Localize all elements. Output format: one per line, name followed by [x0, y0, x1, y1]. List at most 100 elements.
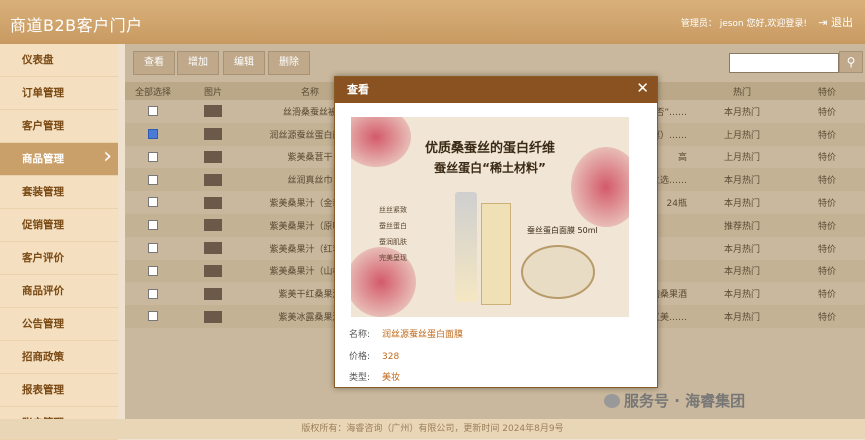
- close-icon[interactable]: ✕: [636, 79, 649, 97]
- row-select-cell[interactable]: [125, 191, 181, 214]
- row-hot: 上月热门: [723, 153, 760, 164]
- row-checkbox[interactable]: [148, 197, 158, 208]
- row-checkbox[interactable]: [148, 106, 158, 117]
- row-special: 特价: [817, 290, 836, 301]
- product-image: 优质桑蚕丝的蛋白纤维 蚕丝蛋白“稀土材料” 丝丝紧致 蚕丝蛋白 蚕润肌肤 完美呈…: [351, 117, 629, 317]
- sidebar-item-product-reviews[interactable]: 商品评价: [0, 275, 118, 308]
- name-value: 润丝源蚕丝蛋白面膜: [382, 330, 464, 340]
- row-checkbox[interactable]: [148, 151, 158, 162]
- row-special: 特价: [789, 168, 865, 192]
- sidebar-item-products[interactable]: 商品管理: [0, 141, 118, 176]
- user-info: 管理员： jeson 您好,欢迎登录!: [681, 16, 807, 29]
- row-select-cell[interactable]: [125, 282, 181, 305]
- poster-product-label: 蚕丝蛋白面膜 50ml: [527, 226, 598, 235]
- sidebar-item-customers[interactable]: 客户管理: [0, 110, 118, 143]
- sidebar-item-investment[interactable]: 招商政策: [0, 341, 118, 374]
- row-select-cell[interactable]: [125, 237, 181, 260]
- row-image-cell: [181, 259, 245, 283]
- sidebar-item-bundles[interactable]: 套装管理: [0, 176, 118, 209]
- row-checkbox[interactable]: [148, 242, 158, 253]
- row-image-cell: [181, 213, 245, 237]
- row-checkbox[interactable]: [148, 288, 158, 299]
- cocoon-basket-graphic: [521, 245, 595, 299]
- row-select-cell[interactable]: [125, 305, 181, 328]
- username: jeson: [719, 19, 744, 29]
- poster-feature: 完美呈现: [379, 254, 407, 262]
- row-image-cell: [181, 305, 245, 328]
- product-thumbnail: [204, 219, 222, 232]
- row-select-cell[interactable]: [125, 146, 181, 169]
- poster-feature: 蚕丝蛋白: [379, 222, 407, 230]
- app-title: 商道B2B客户门户: [10, 16, 143, 35]
- product-thumbnail: [204, 150, 222, 163]
- row-special: 特价: [817, 107, 836, 118]
- logout-icon: ⇥: [818, 16, 828, 29]
- welcome-text: 您好,欢迎登录!: [746, 19, 807, 29]
- select-all-label: 全部选择: [134, 87, 171, 98]
- name-label: 名称:: [349, 330, 371, 340]
- sidebar-item-promotions[interactable]: 促销管理: [0, 209, 118, 242]
- row-checkbox[interactable]: [148, 311, 158, 322]
- row-image-cell: [181, 122, 245, 146]
- row-select-cell[interactable]: [125, 122, 181, 146]
- row-hot: 推荐热门: [695, 213, 789, 237]
- modal-title: 查看: [335, 77, 657, 103]
- row-special: 特价: [817, 199, 836, 210]
- box-graphic: [481, 203, 511, 305]
- toolbar: 查看 增加 编辑 删除 ⚲: [125, 44, 865, 78]
- select-all-header[interactable]: 全部选择: [125, 82, 181, 100]
- price-label: 价格:: [349, 352, 371, 362]
- watermark-text: 服务号 · 海睿集团: [624, 392, 746, 410]
- product-thumbnail: [204, 287, 222, 300]
- row-select-cell[interactable]: [125, 100, 181, 123]
- view-button[interactable]: 查看: [133, 51, 175, 75]
- app-header: 商道B2B客户门户 管理员： jeson 您好,欢迎登录! ⇥ 退出: [0, 0, 865, 44]
- search-button[interactable]: ⚲: [839, 51, 863, 73]
- logout-button[interactable]: ⇥ 退出: [818, 14, 853, 30]
- sidebar-item-reports[interactable]: 报表管理: [0, 374, 118, 407]
- name-field: 名称: 润丝源蚕丝蛋白面膜: [349, 327, 463, 340]
- row-hot: 上月热门: [695, 122, 789, 146]
- row-select-cell[interactable]: [125, 168, 181, 192]
- row-checkbox[interactable]: [148, 265, 158, 276]
- row-special: 特价: [817, 244, 836, 255]
- row-checkbox[interactable]: [148, 174, 158, 185]
- row-image-cell: [181, 146, 245, 169]
- sidebar-item-announcements[interactable]: 公告管理: [0, 308, 118, 341]
- row-hot: 本月热门: [723, 107, 760, 118]
- row-special: 特价: [789, 305, 865, 328]
- row-hot: 本月热门: [695, 259, 789, 283]
- row-select-cell[interactable]: [125, 213, 181, 237]
- row-special: 特价: [789, 122, 865, 146]
- row-hot: 本月热门: [695, 305, 789, 328]
- row-checkbox[interactable]: [148, 220, 158, 231]
- product-thumbnail: [204, 173, 222, 186]
- row-image-cell: [181, 191, 245, 214]
- type-field: 类型: 美妆: [349, 370, 400, 383]
- logout-label: 退出: [831, 16, 853, 29]
- type-value: 美妆: [382, 373, 401, 383]
- delete-button[interactable]: 删除: [268, 51, 310, 75]
- sidebar-item-orders[interactable]: 订单管理: [0, 77, 118, 110]
- poster-feature: 蚕润肌肤: [379, 238, 407, 246]
- add-button[interactable]: 增加: [177, 51, 219, 75]
- row-checkbox[interactable]: [148, 128, 158, 139]
- sidebar-item-customer-reviews[interactable]: 客户评价: [0, 242, 118, 275]
- product-thumbnail: [204, 105, 222, 118]
- row-special: 特价: [817, 153, 836, 164]
- row-select-cell[interactable]: [125, 259, 181, 283]
- hot-header: 热门: [695, 82, 789, 100]
- search-icon: ⚲: [846, 55, 856, 69]
- price-field: 价格: 328: [349, 349, 399, 362]
- special-header: 特价: [789, 82, 865, 100]
- search-input[interactable]: [729, 53, 839, 73]
- watermark: 服务号 · 海睿集团: [604, 390, 745, 411]
- product-thumbnail: [204, 196, 222, 209]
- row-hot: 本月热门: [695, 168, 789, 192]
- row-image-cell: [181, 100, 245, 123]
- edit-button[interactable]: 编辑: [223, 51, 265, 75]
- sidebar-item-dashboard[interactable]: 仪表盘: [0, 44, 118, 77]
- poster-headline: 优质桑蚕丝的蛋白纤维: [424, 141, 555, 156]
- row-image-cell: [181, 168, 245, 192]
- row-special: 特价: [789, 259, 865, 283]
